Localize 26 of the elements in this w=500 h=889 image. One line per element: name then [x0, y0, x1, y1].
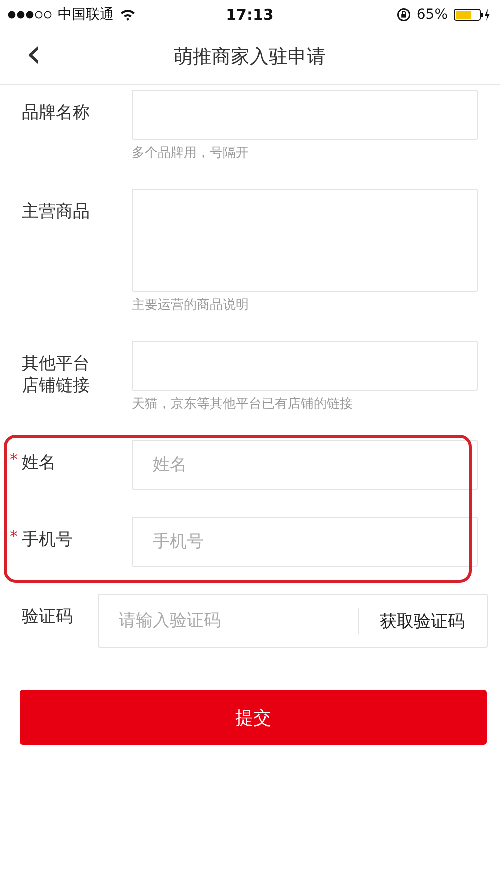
field-label: 主营商品 [22, 201, 91, 224]
submit-button[interactable]: 提交 [20, 690, 487, 745]
battery-icon [454, 8, 492, 22]
field-label: 手机号 [22, 529, 74, 552]
input-field[interactable]: 手机号 [132, 517, 478, 567]
input-field[interactable]: 姓名 [132, 440, 478, 490]
page-title: 萌推商家入驻申请 [173, 45, 327, 70]
field-hint: 多个品牌用，号隔开 [132, 145, 250, 162]
field-hint: 主要运营的商品说明 [132, 297, 250, 314]
field-label: 其他平台店铺链接 [22, 353, 91, 398]
field-label: 姓名 [22, 452, 57, 474]
back-button[interactable]: ‹ [0, 34, 70, 80]
text-area[interactable] [132, 189, 478, 292]
field-label: 验证码 [22, 606, 74, 628]
rotation-lock-icon [396, 8, 411, 22]
carrier-name: 中国联通 [58, 6, 114, 24]
battery-percent: 65% [416, 7, 448, 23]
signal-icon [8, 11, 52, 19]
input-field[interactable] [132, 341, 478, 391]
input-field[interactable] [132, 90, 478, 140]
field-label: 品牌名称 [22, 102, 91, 124]
field-hint: 天猫，京东等其他平台已有店铺的链接 [132, 396, 354, 413]
clock-time: 17:13 [226, 6, 274, 24]
wifi-icon [120, 9, 136, 21]
required-mark: * [10, 527, 18, 546]
required-mark: * [10, 450, 18, 469]
